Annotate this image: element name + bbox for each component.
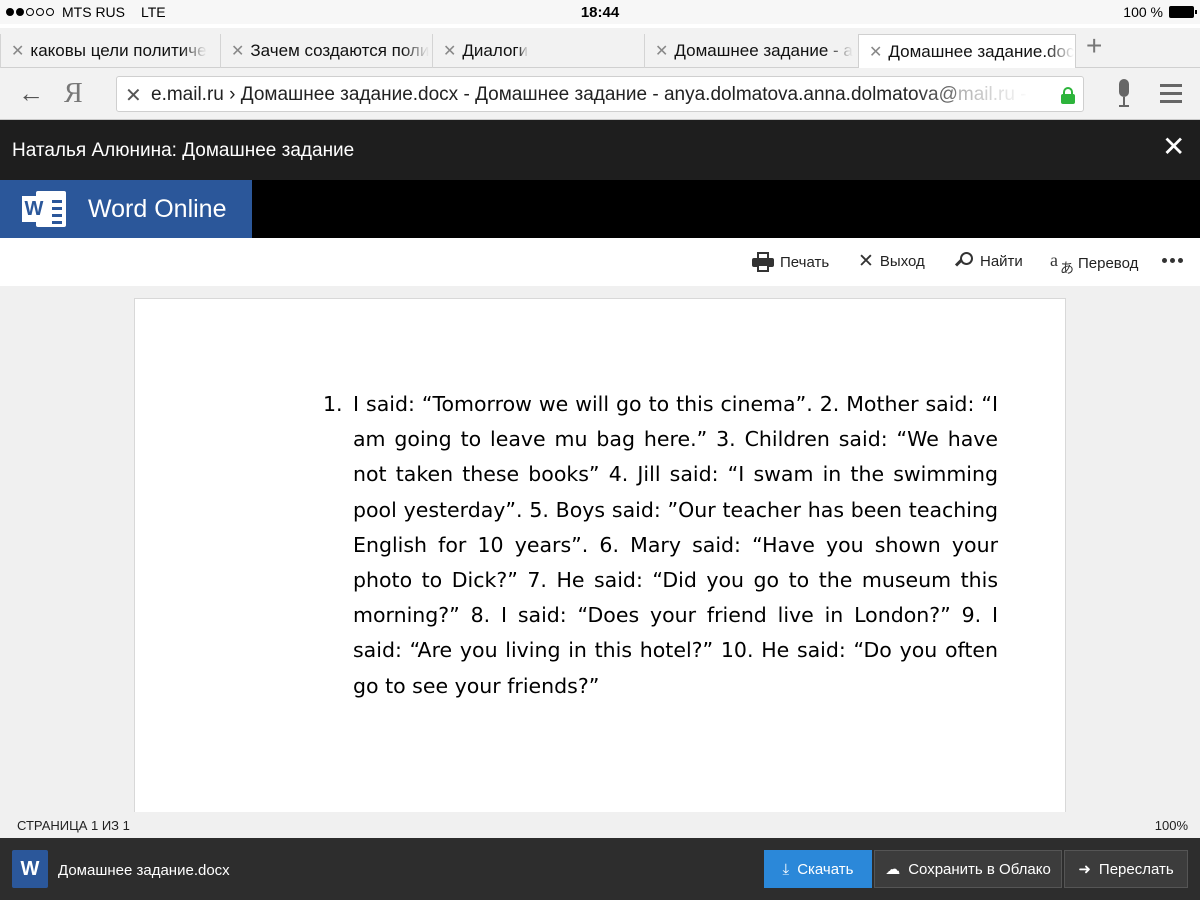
word-app-bar: W Word Online (0, 180, 1200, 238)
tab-label: каковы цели политиче (30, 41, 207, 60)
close-tab-icon[interactable]: ✕ (231, 41, 244, 61)
status-bar: MTS RUS LTE 18:44 100 % (0, 0, 1200, 24)
page-counter: СТРАНИЦА 1 ИЗ 1 (17, 818, 130, 833)
document-page: 1. I said: “Tomorrow we will go to this … (134, 298, 1066, 812)
save-cloud-label: Сохранить в Облако (908, 860, 1051, 878)
back-arrow-icon[interactable]: ← (18, 80, 44, 106)
search-icon (954, 252, 974, 270)
address-row: ← Я ✕ e.mail.ru › Домашнее задание.docx … (0, 68, 1200, 120)
translate-icon: aあ (1050, 250, 1074, 277)
more-options-icon[interactable] (1162, 258, 1183, 263)
download-button[interactable]: ⤓ Скачать (764, 850, 872, 888)
browser-tab[interactable]: ✕ каковы цели политиче (0, 34, 220, 68)
url-path: › Домашнее задание.docx - Домашнее задан… (223, 84, 958, 105)
download-label: Скачать (797, 860, 854, 878)
document-body: 1. I said: “Tomorrow we will go to this … (323, 387, 998, 704)
new-tab-plus-icon[interactable]: + (1086, 32, 1102, 60)
browser-tab-active[interactable]: ✕ Домашнее задание.doc (858, 34, 1076, 68)
page-status-bar: СТРАНИЦА 1 ИЗ 1 100% (0, 812, 1200, 838)
close-icon[interactable]: ✕ (1162, 132, 1185, 162)
browser-tabs: ✕ каковы цели политиче ✕ Зачем создаются… (0, 28, 1200, 68)
translate-label: Перевод (1078, 254, 1139, 272)
find-label: Найти (980, 252, 1023, 270)
lock-icon (1061, 87, 1075, 104)
battery-icon (1169, 6, 1197, 18)
battery-percent: 100 % (1123, 4, 1163, 20)
word-brand-label: Word Online (88, 194, 227, 223)
close-tab-icon[interactable]: ✕ (869, 42, 882, 62)
forward-button[interactable]: ➜ Переслать (1064, 850, 1188, 888)
hamburger-menu-icon[interactable] (1160, 84, 1182, 108)
print-label: Печать (780, 253, 830, 271)
printer-icon (752, 252, 774, 272)
tab-label: Диалоги (462, 41, 529, 60)
download-icon: ⤓ (782, 860, 790, 878)
yandex-logo-icon[interactable]: Я (64, 78, 83, 110)
close-tab-icon[interactable]: ✕ (11, 41, 24, 61)
word-logo-icon: W (22, 188, 66, 230)
microphone-icon[interactable] (1118, 79, 1130, 109)
tab-label: Зачем создаются поли (250, 41, 430, 60)
attachment-bar: W Домашнее задание.docx ⤓ Скачать ☁ Сохр… (0, 838, 1200, 900)
exit-label: Выход (879, 253, 925, 270)
word-brand[interactable]: W Word Online (0, 180, 252, 238)
browser-tab[interactable]: ✕ Зачем создаются поли (220, 34, 432, 68)
cloud-icon: ☁ (885, 860, 901, 878)
close-tab-icon[interactable]: ✕ (655, 41, 668, 61)
url-suffix: mail.ru - П (957, 84, 1031, 105)
close-tab-icon[interactable]: ✕ (443, 41, 456, 61)
find-button[interactable]: Найти (954, 252, 1023, 270)
viewer-title: Наталья Алюнина: Домашнее задание (12, 140, 355, 161)
translate-button[interactable]: aあ Перевод (1050, 250, 1139, 277)
viewer-header: Наталья Алюнина: Домашнее задание ✕ (0, 120, 1200, 180)
word-file-icon: W (12, 850, 48, 888)
list-number: 1. (323, 392, 343, 416)
browser-tab[interactable]: ✕ Диалоги (432, 34, 644, 68)
document-paragraph: I said: “Tomorrow we will go to this cin… (353, 392, 998, 698)
arrow-right-icon: ➜ (1078, 860, 1091, 878)
tab-label: Домашнее задание.doc (888, 41, 1075, 61)
zoom-level: 100% (1154, 818, 1188, 833)
clear-url-icon[interactable]: ✕ (125, 83, 142, 108)
clock: 18:44 (580, 4, 620, 21)
battery-status: 100 % (1123, 4, 1197, 20)
address-bar[interactable]: ✕ e.mail.ru › Домашнее задание.docx - До… (116, 76, 1084, 112)
exit-button[interactable]: ✕ Выход (858, 252, 925, 271)
file-name: Домашнее задание.docx (58, 862, 230, 879)
print-button[interactable]: Печать (752, 252, 829, 272)
browser-tab[interactable]: ✕ Домашнее задание - a (644, 34, 856, 68)
url-prefix: e.mail.ru (151, 84, 224, 105)
close-icon: ✕ (858, 251, 874, 272)
tab-label: Домашнее задание - a (674, 41, 853, 60)
save-to-cloud-button[interactable]: ☁ Сохранить в Облако (874, 850, 1062, 888)
url-text[interactable]: e.mail.ru › Домашнее задание.docx - Дома… (151, 84, 1031, 106)
document-viewport[interactable]: 1. I said: “Tomorrow we will go to this … (0, 286, 1200, 812)
document-toolbar: Печать ✕ Выход Найти aあ Перевод (0, 238, 1200, 286)
forward-label: Переслать (1098, 860, 1174, 878)
